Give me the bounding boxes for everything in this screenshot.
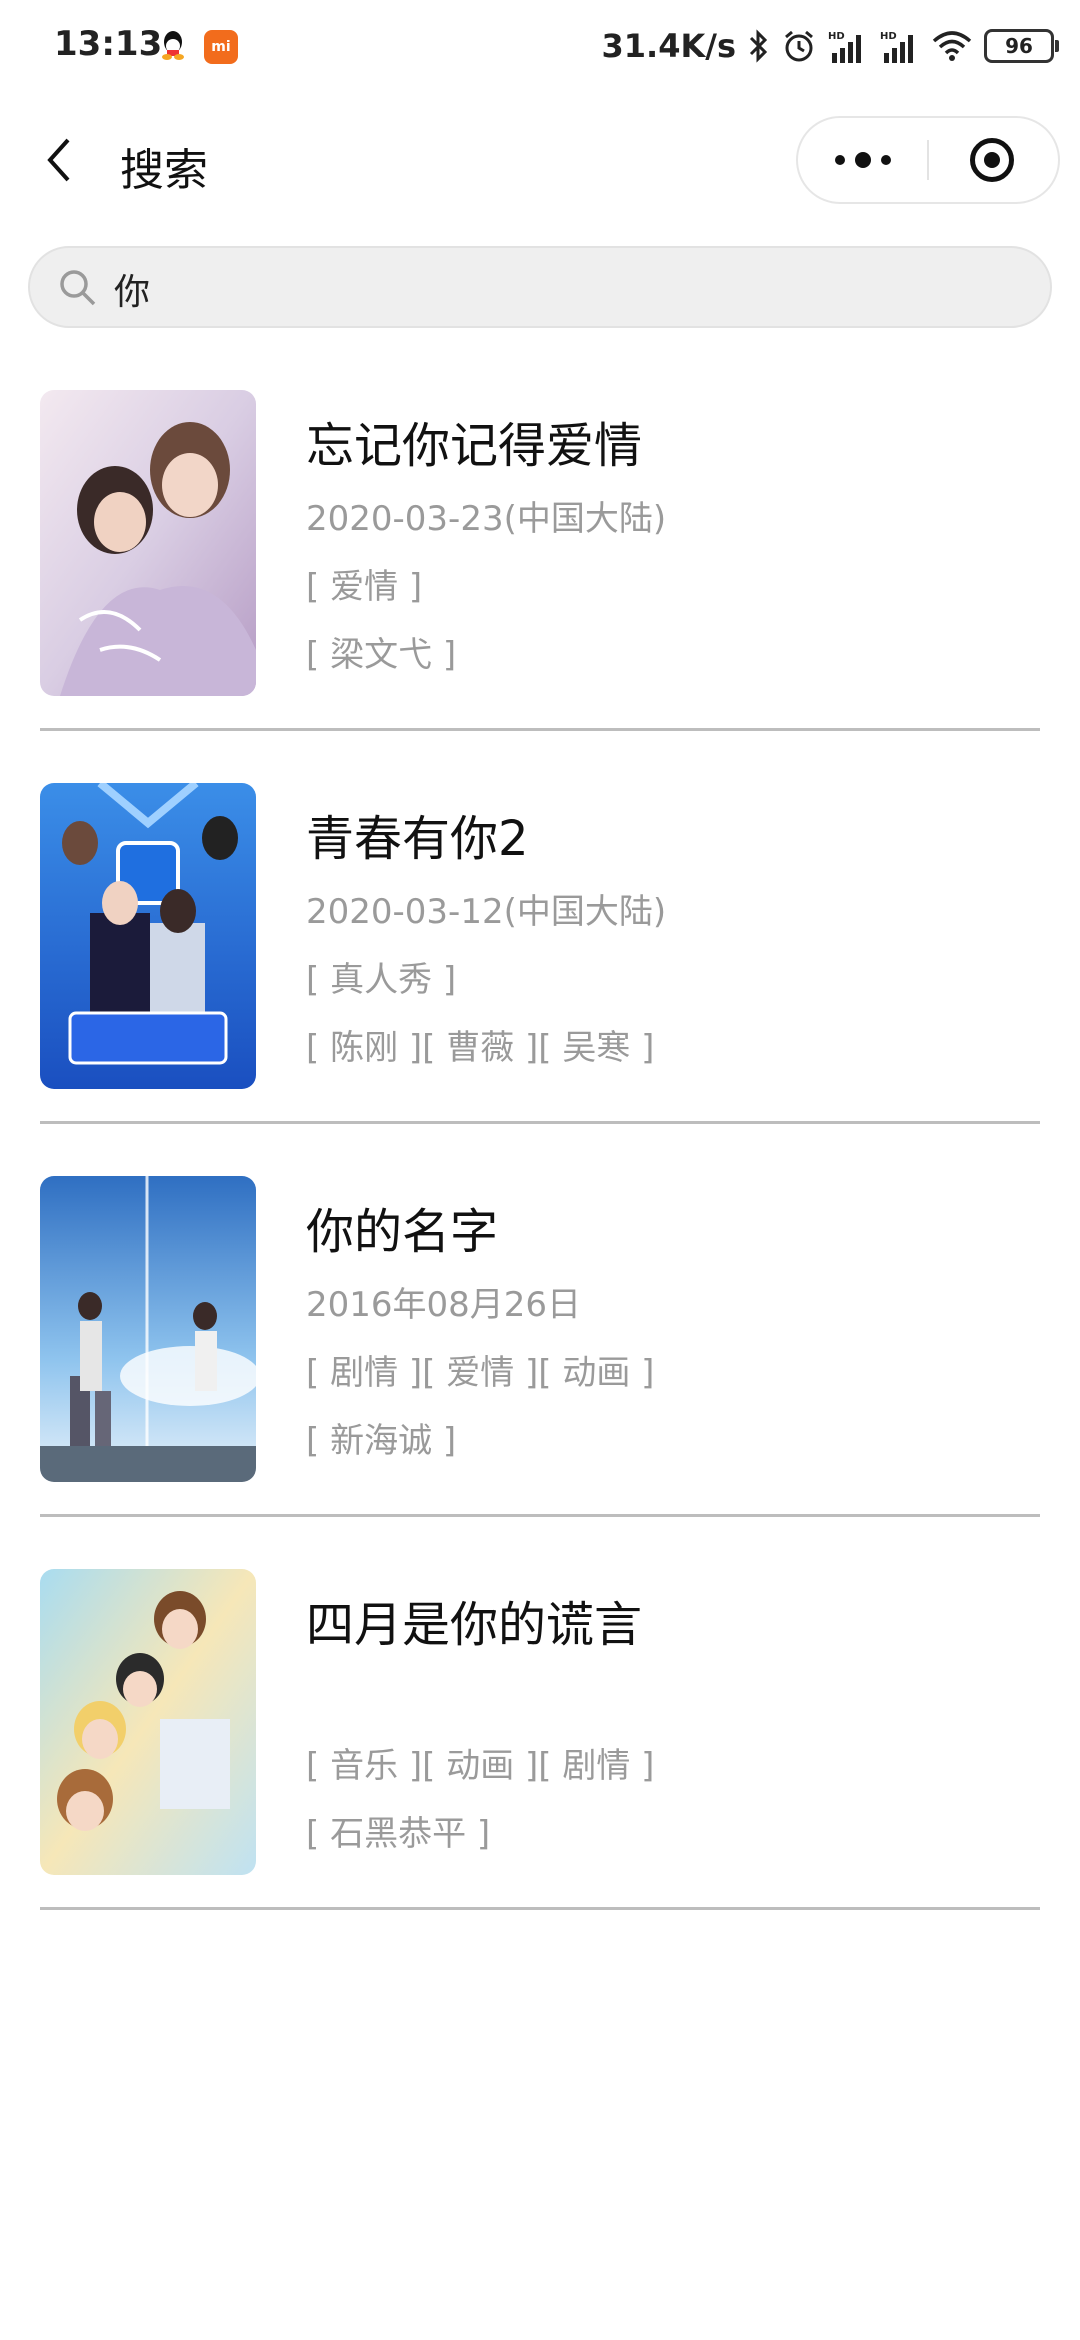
search-input[interactable] [112,260,1016,318]
svg-text:HD: HD [880,31,897,42]
poster-image [40,783,256,1089]
result-genres: [ 音乐 ][ 动画 ][ 剧情 ] [306,1746,655,1786]
mi-app-icon: mi [204,30,238,64]
result-title: 你的名字 [306,1204,499,1260]
list-item[interactable]: 青春有你2 2020-03-12(中国大陆) [ 真人秀 ] [ 陈刚 ][ 曹… [40,753,1040,1124]
result-genres: [ 真人秀 ] [306,960,457,1000]
signal-hd-icon-2: HD [880,31,913,63]
close-target-icon[interactable] [970,138,1014,182]
qq-icon [162,31,184,60]
poster-image [40,1569,256,1875]
network-speed: 31.4K/s [601,27,736,65]
result-genres: [ 爱情 ] [306,567,423,607]
status-time: 13:13 [54,24,163,64]
status-bar: 13:13 mi 31.4K/s HD HD 96 [0,0,1080,96]
mini-program-capsule [796,116,1060,204]
alarm-icon [785,30,813,62]
back-arrow-icon[interactable] [40,134,80,186]
search-bar[interactable] [28,246,1052,328]
battery-icon: 96 [984,29,1059,63]
list-item[interactable]: 忘记你记得爱情 2020-03-23(中国大陆) [ 爱情 ] [ 梁文弋 ] [40,360,1040,731]
result-people: [ 新海诚 ] [306,1421,457,1461]
signal-hd-icon-1: HD [828,31,861,63]
result-list: 忘记你记得爱情 2020-03-23(中国大陆) [ 爱情 ] [ 梁文弋 ] … [40,360,1040,1932]
more-dot-icon [855,152,871,168]
result-date [306,1669,654,1727]
more-button[interactable] [828,140,898,180]
list-item[interactable]: 你的名字 2016年08月26日 [ 剧情 ][ 爱情 ][ 动画 ] [ 新海… [40,1146,1040,1517]
result-date: 2020-03-12(中国大陆) [306,892,667,932]
svg-text:HD: HD [828,31,845,42]
result-date: 2020-03-23(中国大陆) [306,499,667,539]
result-title: 四月是你的谎言 [306,1597,643,1653]
result-people: [ 陈刚 ][ 曹薇 ][ 吴寒 ] [306,1028,655,1068]
more-dot-icon [881,155,891,165]
result-date: 2016年08月26日 [306,1285,582,1325]
nav-bar: 搜索 [0,96,1080,226]
poster-image [40,1176,256,1482]
battery-level: 96 [1005,34,1033,58]
list-item[interactable]: 四月是你的谎言 [ 音乐 ][ 动画 ][ 剧情 ] [ 石黑恭平 ] [40,1539,1040,1910]
more-dot-icon [835,155,845,165]
bluetooth-icon [749,29,768,63]
result-people: [ 梁文弋 ] [306,635,457,675]
result-people: [ 石黑恭平 ] [306,1814,491,1854]
poster-image [40,390,256,696]
search-icon [60,270,96,306]
result-title: 青春有你2 [306,811,529,867]
result-genres: [ 剧情 ][ 爱情 ][ 动画 ] [306,1353,655,1393]
capsule-divider [927,140,929,180]
result-title: 忘记你记得爱情 [306,418,643,474]
page-title: 搜索 [120,145,208,196]
wifi-icon [932,31,972,61]
